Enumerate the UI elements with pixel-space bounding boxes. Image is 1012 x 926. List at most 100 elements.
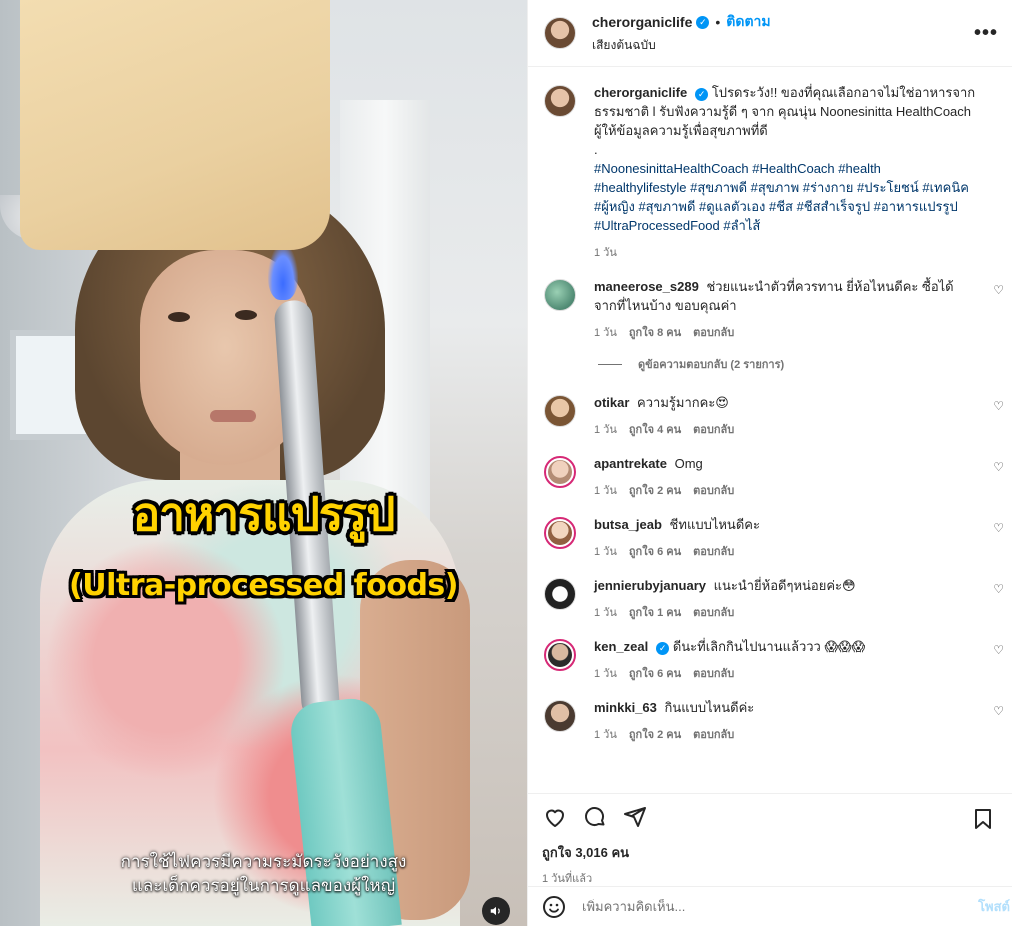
caption-username[interactable]: cherorganiclife (594, 85, 687, 100)
comment-username[interactable]: apantrekate (594, 456, 667, 471)
comment-likes[interactable]: ถูกใจ 6 คน (629, 542, 681, 560)
commenter-avatar[interactable] (544, 700, 576, 732)
reply-button[interactable]: ตอบกลับ (693, 725, 734, 743)
comment-likes[interactable]: ถูกใจ 6 คน (629, 664, 681, 682)
person-eye-right (235, 310, 257, 320)
reply-button[interactable]: ตอบกลับ (693, 542, 734, 560)
bookmark-icon (975, 809, 991, 829)
posted-time: 1 วันที่แล้ว (542, 873, 593, 885)
verified-badge-icon: ✓ (696, 15, 710, 29)
comment-heart-icon[interactable]: ♡ (993, 643, 1004, 657)
overlay-title-en: (Ultra-processed foods) (69, 568, 459, 603)
speaker-icon (490, 906, 500, 916)
comment-heart-icon[interactable]: ♡ (993, 283, 1004, 297)
replies-divider (598, 363, 622, 365)
commenter-avatar[interactable] (544, 578, 576, 610)
share-button[interactable] (622, 804, 648, 830)
like-button[interactable] (542, 804, 568, 830)
reply-button[interactable]: ตอบกลับ (693, 664, 734, 682)
comment-text: กินแบบไหนดีค่ะ (664, 700, 755, 715)
flame-image (268, 245, 298, 300)
heart-icon (546, 809, 564, 827)
follow-button[interactable]: ติดตาม (726, 11, 770, 33)
caption-hashtags[interactable]: #NoonesinittaHealthCoach #HealthCoach #h… (594, 159, 976, 235)
comment-age: 1 วัน (594, 327, 617, 339)
comment-row: maneerose_s289 ช่วยแนะนำตัวที่ควรทาน ยี่… (544, 277, 1004, 341)
comment-likes[interactable]: ถูกใจ 8 คน (629, 323, 681, 341)
comment-row: butsa_jeab ชีทแบบไหนดีคะ 1 วัน ถูกใจ 6 ค… (544, 515, 1004, 560)
comment-button[interactable] (582, 804, 608, 830)
comment-row: apantrekate Omg 1 วัน ถูกใจ 2 คน ตอบกลับ… (544, 454, 1004, 499)
comment-input[interactable] (582, 899, 998, 914)
comment-username[interactable]: butsa_jeab (594, 517, 662, 532)
comment-text: ดีนะที่เลิกกินไปนานแล้ววว 😱😱😱 (672, 639, 866, 654)
comment-username[interactable]: maneerose_s289 (594, 279, 699, 294)
add-comment-bar: โพสต์ (528, 886, 1012, 926)
video-subtitle-line2: และเด็กควรอยู่ในการดูแลของผู้ใหญ่ (131, 876, 396, 896)
comment-age: 1 วัน (594, 729, 617, 741)
video-subtitle-line1: การใช้ไฟควรมีความระมัดระวังอย่างสูง (120, 852, 407, 872)
comment-username[interactable]: otikar (594, 395, 629, 410)
caption-age: 1 วัน (594, 247, 617, 259)
header-separator: • (715, 14, 721, 30)
comment-heart-icon[interactable]: ♡ (993, 521, 1004, 535)
verified-badge-icon: ✓ (695, 88, 709, 101)
post-sidebar: cherorganiclife ✓ • ติดตาม เสียงต้นฉบับ … (527, 0, 1012, 926)
comment-likes[interactable]: ถูกใจ 2 คน (629, 481, 681, 499)
author-username[interactable]: cherorganiclife (592, 14, 692, 30)
likes-count[interactable]: ถูกใจ 3,016 คน (542, 842, 998, 863)
cheese-sheet-image (20, 0, 330, 250)
post-header: cherorganiclife ✓ • ติดตาม เสียงต้นฉบับ … (528, 0, 1012, 67)
person-eye-left (168, 312, 190, 322)
caption-dot: . (594, 142, 598, 157)
commenter-avatar[interactable] (544, 517, 576, 549)
reply-button[interactable]: ตอบกลับ (693, 420, 734, 438)
comment-text: Omg (674, 456, 703, 471)
comment-age: 1 วัน (594, 424, 617, 436)
comment-heart-icon[interactable]: ♡ (993, 582, 1004, 596)
comment-heart-icon[interactable]: ♡ (993, 704, 1004, 718)
person-mouth (210, 410, 256, 422)
comment-username[interactable]: minkki_63 (594, 700, 657, 715)
comment-row: ken_zeal ✓ ดีนะที่เลิกกินไปนานแล้ววว 😱😱😱 … (544, 637, 1004, 682)
comment-row: minkki_63 กินแบบไหนดีค่ะ 1 วัน ถูกใจ 2 ค… (544, 698, 1004, 743)
comment-username[interactable]: jennierubyjanuary (594, 578, 706, 593)
overlay-title-th: อาหารแปรรูป (132, 487, 396, 541)
commenter-avatar[interactable] (544, 395, 576, 427)
comment-age: 1 วัน (594, 668, 617, 680)
comment-icon (585, 807, 605, 826)
commenter-avatar[interactable] (544, 279, 576, 311)
comment-likes[interactable]: ถูกใจ 2 คน (629, 725, 681, 743)
post-comment-button[interactable]: โพสต์ (978, 896, 1010, 917)
comment-row: otikar ความรู้มากคะ😍 1 วัน ถูกใจ 4 คน ตอ… (544, 393, 1004, 438)
save-button[interactable] (970, 806, 996, 832)
reply-button[interactable]: ตอบกลับ (693, 323, 734, 341)
verified-badge-icon: ✓ (656, 642, 670, 655)
comment-heart-icon[interactable]: ♡ (993, 460, 1004, 474)
post-video[interactable]: อาหารแปรรูป (Ultra-processed foods) การใ… (0, 0, 527, 926)
comment-heart-icon[interactable]: ♡ (993, 399, 1004, 413)
view-replies-button[interactable]: ดูข้อความตอบกลับ (2 รายการ) (598, 355, 996, 373)
emoji-icon[interactable] (542, 895, 566, 919)
commenter-avatar[interactable] (544, 456, 576, 488)
comment-age: 1 วัน (594, 485, 617, 497)
send-icon (624, 807, 646, 827)
comment-username[interactable]: ken_zeal (594, 639, 648, 654)
mute-button[interactable] (482, 897, 510, 925)
comment-text: ชีทแบบไหนดีคะ (669, 517, 760, 532)
commenter-avatar[interactable] (544, 639, 576, 671)
post-actions: ถูกใจ 3,016 คน 1 วันที่แล้ว (528, 793, 1012, 886)
comment-likes[interactable]: ถูกใจ 1 คน (629, 603, 681, 621)
author-avatar[interactable] (544, 85, 576, 117)
audio-label[interactable]: เสียงต้นฉบับ (592, 36, 771, 55)
comment-text: แนะนำยี่ห้อดีๆหน่อยค่ะ😳 (713, 578, 856, 593)
comments-list[interactable]: cherorganiclife ✓ โปรดระวัง!! ของที่คุณเล… (528, 67, 1012, 793)
more-options-icon[interactable]: ••• (974, 22, 998, 45)
author-avatar[interactable] (544, 17, 576, 49)
comment-row: jennierubyjanuary แนะนำยี่ห้อดีๆหน่อยค่ะ… (544, 576, 1004, 621)
view-replies-label[interactable]: ดูข้อความตอบกลับ (2 รายการ) (638, 355, 784, 373)
comment-likes[interactable]: ถูกใจ 4 คน (629, 420, 681, 438)
reply-button[interactable]: ตอบกลับ (693, 603, 734, 621)
caption-row: cherorganiclife ✓ โปรดระวัง!! ของที่คุณเล… (544, 83, 996, 261)
reply-button[interactable]: ตอบกลับ (693, 481, 734, 499)
